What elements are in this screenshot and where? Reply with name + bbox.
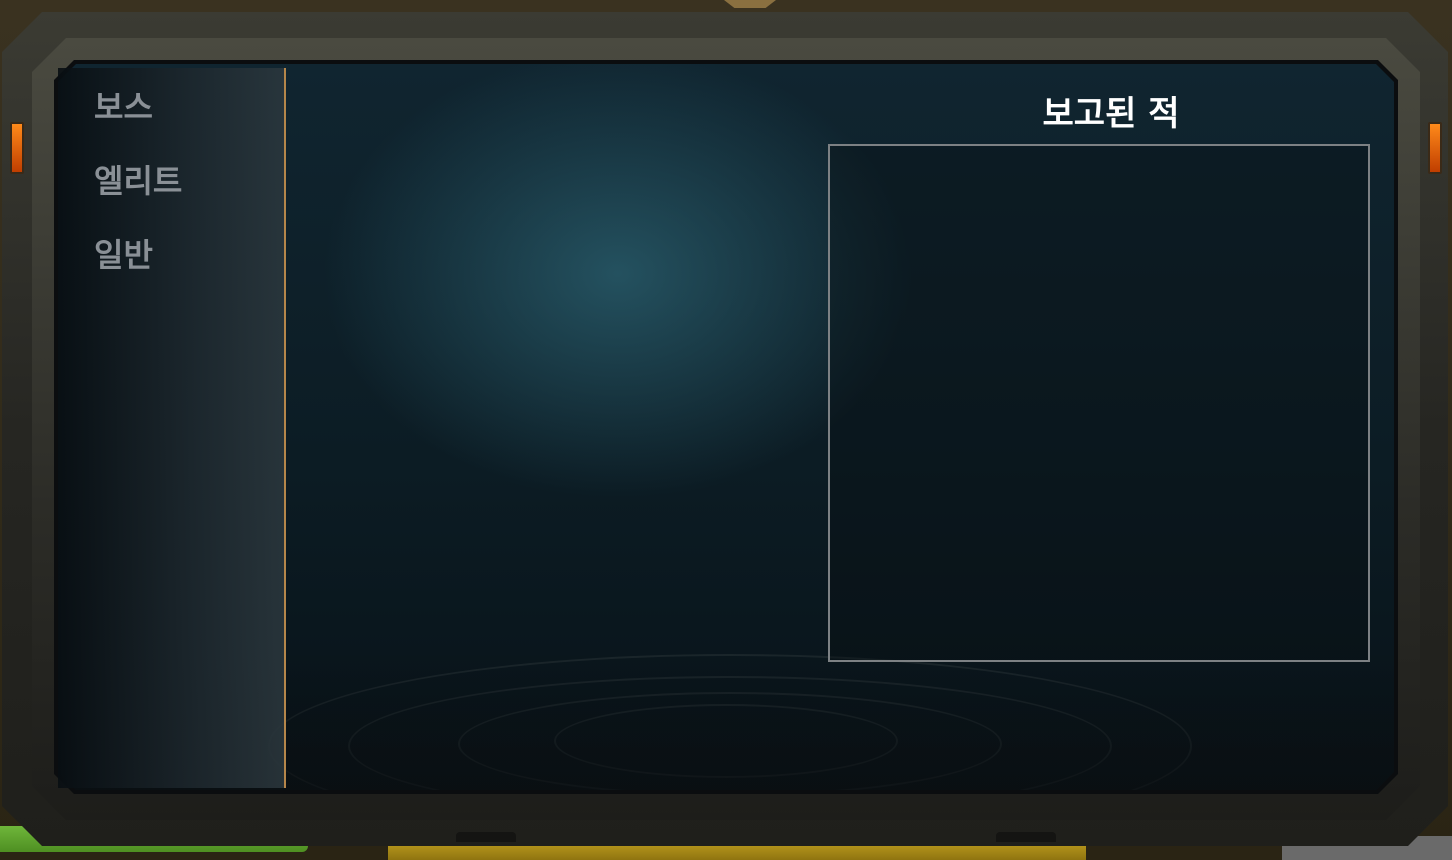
reported-enemies-list[interactable] xyxy=(828,144,1370,662)
frame-notch xyxy=(456,832,516,842)
category-normal[interactable]: 일반 xyxy=(94,230,153,276)
category-elite[interactable]: 엘리트 xyxy=(94,156,182,202)
category-sidebar: 보스 엘리트 일반 xyxy=(58,68,286,788)
game-scene: 보스 엘리트 일반 보고된 적 xyxy=(0,0,1452,860)
right-indicator-light-icon xyxy=(1428,122,1442,174)
reported-enemies-title: 보고된 적 xyxy=(1042,94,1180,134)
category-boss[interactable]: 보스 xyxy=(94,82,153,128)
frame-notch xyxy=(996,832,1056,842)
background-ornament xyxy=(724,0,776,8)
left-indicator-light-icon xyxy=(10,122,24,174)
